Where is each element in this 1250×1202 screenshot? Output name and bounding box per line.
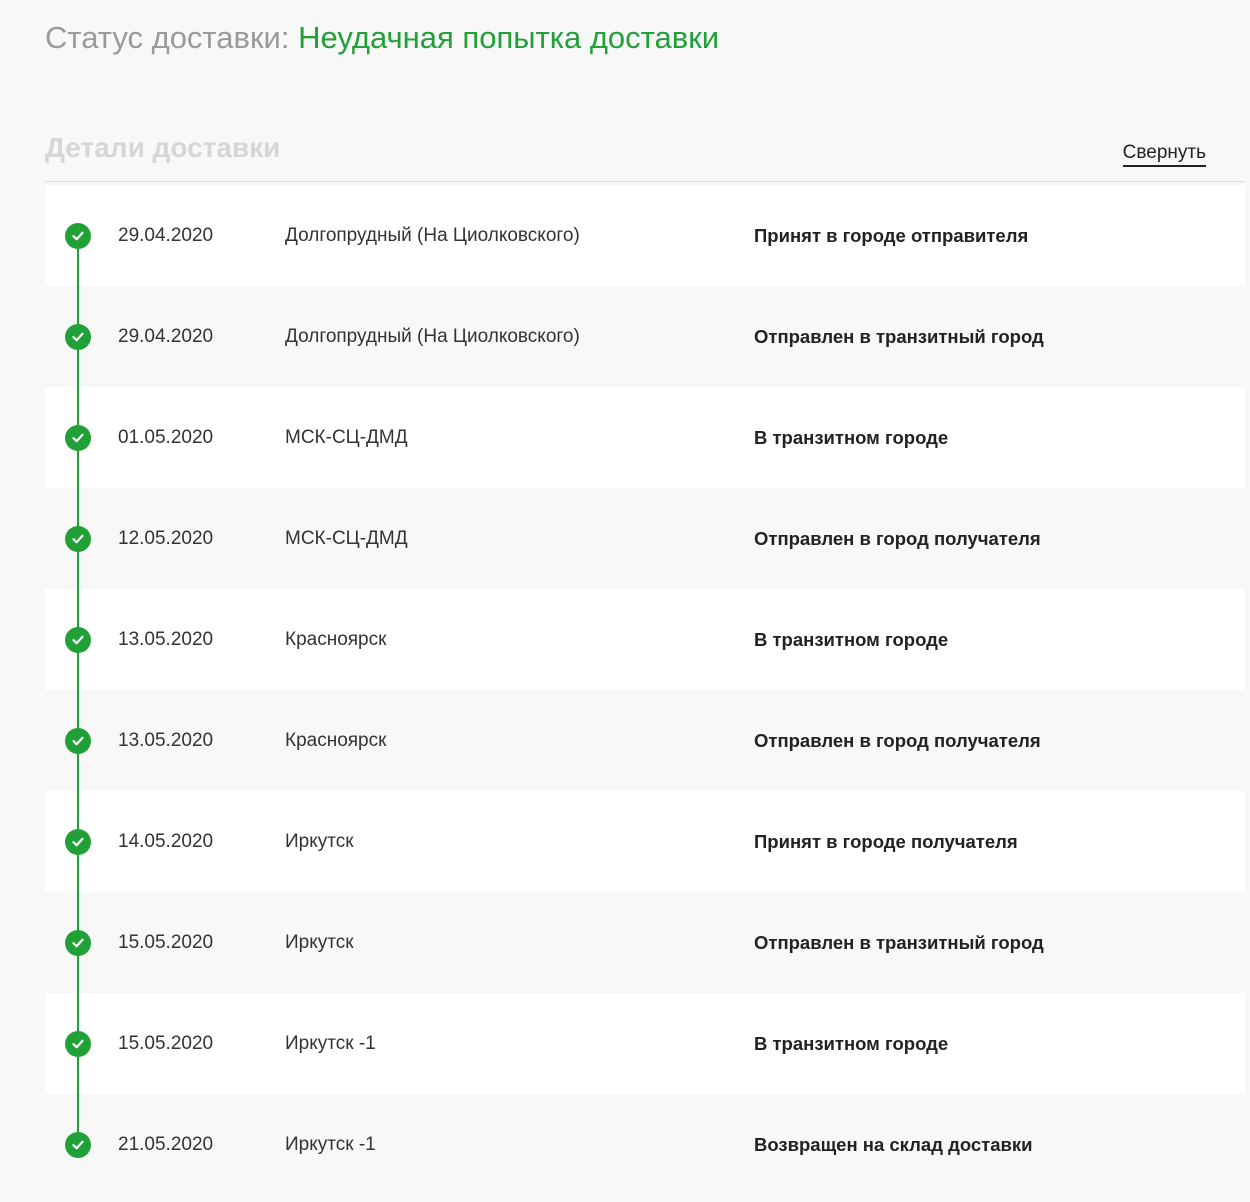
timeline-row: 13.05.2020 Красноярск В транзитном город…	[45, 589, 1245, 690]
event-date: 13.05.2020	[118, 730, 214, 751]
check-circle-icon	[65, 324, 91, 350]
details-header: Детали доставки Свернуть	[45, 128, 1245, 182]
event-date: 29.04.2020	[118, 225, 214, 246]
timeline-row: 15.05.2020 Иркутск Отправлен в транзитны…	[45, 892, 1245, 993]
status-label: Статус доставки:	[45, 20, 290, 55]
timeline-row: 21.05.2020 Иркутск -1 Возвращен на склад…	[45, 1094, 1245, 1195]
event-place: Красноярск	[285, 730, 387, 751]
event-date: 21.05.2020	[118, 1134, 214, 1155]
check-circle-icon	[65, 930, 91, 956]
event-place: Долгопрудный (На Циолковского)	[285, 225, 580, 246]
event-place: Иркутск -1	[285, 1033, 376, 1054]
timeline-row: 15.05.2020 Иркутск -1 В транзитном город…	[45, 993, 1245, 1094]
check-circle-icon	[65, 1132, 91, 1158]
timeline-row: 01.05.2020 МСК-СЦ-ДМД В транзитном город…	[45, 387, 1245, 488]
event-status: Отправлен в город получателя	[754, 528, 1041, 549]
timeline-row: 12.05.2020 МСК-СЦ-ДМД Отправлен в город …	[45, 488, 1245, 589]
timeline-line	[77, 236, 79, 1144]
event-status: Отправлен в город получателя	[754, 730, 1041, 751]
event-date: 15.05.2020	[118, 1033, 214, 1054]
check-circle-icon	[65, 526, 91, 552]
event-place: Красноярск	[285, 629, 387, 650]
event-status: Принят в городе получателя	[754, 831, 1018, 852]
status-value: Неудачная попытка доставки	[298, 20, 720, 55]
check-circle-icon	[65, 627, 91, 653]
event-date: 01.05.2020	[118, 427, 214, 448]
event-status: В транзитном городе	[754, 1033, 949, 1054]
event-date: 15.05.2020	[118, 932, 214, 953]
event-place: МСК-СЦ-ДМД	[285, 528, 408, 549]
delivery-timeline: 29.04.2020 Долгопрудный (На Циолковского…	[45, 185, 1245, 1195]
timeline-row: 29.04.2020 Долгопрудный (На Циолковского…	[45, 185, 1245, 286]
event-status: Отправлен в транзитный город	[754, 932, 1044, 953]
timeline-row: 14.05.2020 Иркутск Принят в городе получ…	[45, 791, 1245, 892]
event-place: МСК-СЦ-ДМД	[285, 427, 408, 448]
event-place: Иркутск -1	[285, 1134, 376, 1155]
check-circle-icon	[65, 829, 91, 855]
check-circle-icon	[65, 1031, 91, 1057]
event-date: 12.05.2020	[118, 528, 214, 549]
delivery-status: Статус доставки: Неудачная попытка доста…	[45, 16, 719, 60]
event-date: 29.04.2020	[118, 326, 214, 347]
event-status: В транзитном городе	[754, 427, 949, 448]
event-date: 13.05.2020	[118, 629, 214, 650]
timeline-row: 29.04.2020 Долгопрудный (На Циолковского…	[45, 286, 1245, 387]
event-status: Принят в городе отправителя	[754, 225, 1029, 246]
timeline-row: 13.05.2020 Красноярск Отправлен в город …	[45, 690, 1245, 791]
event-status: Отправлен в транзитный город	[754, 326, 1044, 347]
event-status: В транзитном городе	[754, 629, 949, 650]
details-title: Детали доставки	[45, 132, 281, 163]
collapse-button[interactable]: Свернуть	[1122, 142, 1206, 167]
check-circle-icon	[65, 728, 91, 754]
event-date: 14.05.2020	[118, 831, 214, 852]
event-status: Возвращен на склад доставки	[754, 1134, 1033, 1155]
check-circle-icon	[65, 425, 91, 451]
event-place: Иркутск	[285, 932, 354, 953]
event-place: Долгопрудный (На Циолковского)	[285, 326, 580, 347]
check-circle-icon	[65, 223, 91, 249]
event-place: Иркутск	[285, 831, 354, 852]
